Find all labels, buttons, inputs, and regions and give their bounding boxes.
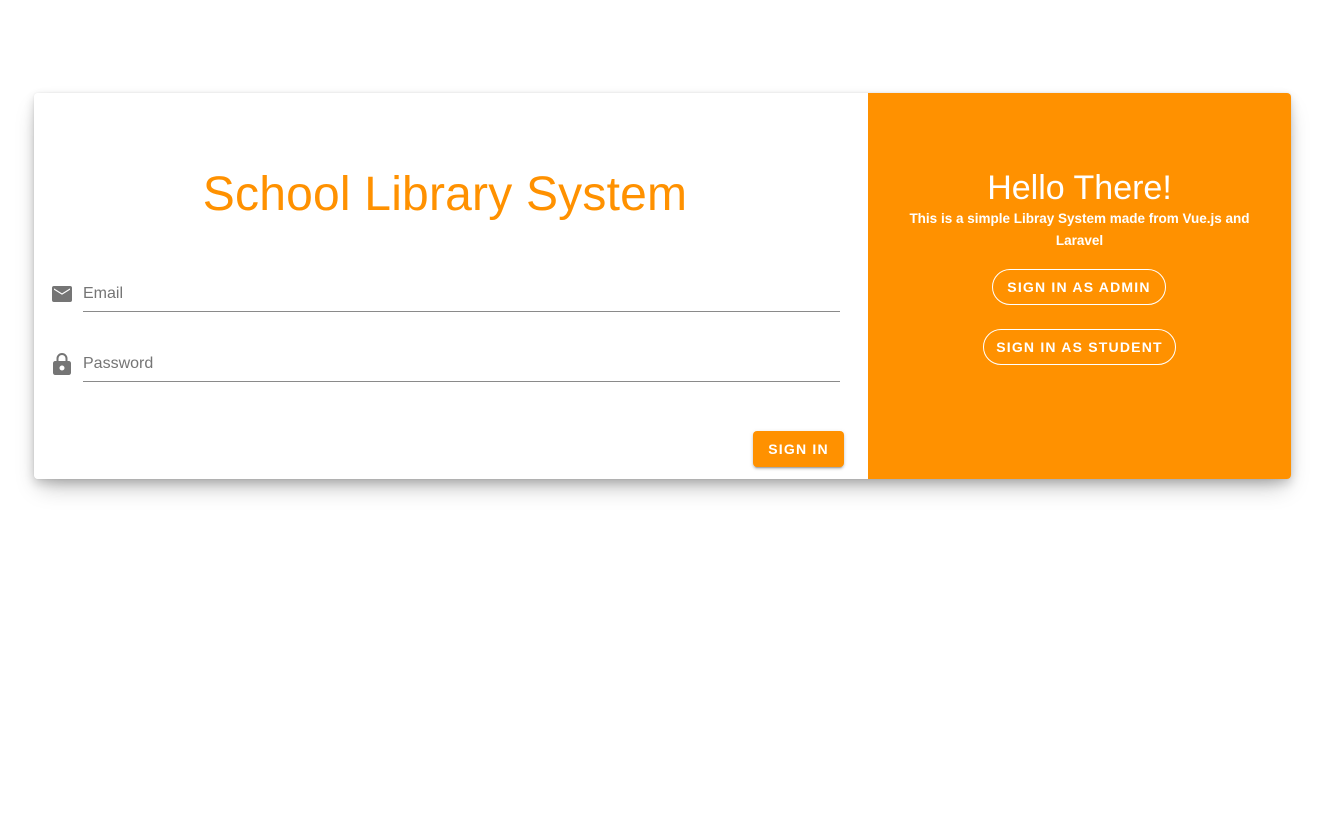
email-field xyxy=(52,277,840,317)
sign-in-as-student-button[interactable]: SIGN IN AS STUDENT xyxy=(983,329,1176,365)
sign-in-button[interactable]: SIGN IN xyxy=(753,431,844,467)
welcome-title: Hello There! xyxy=(987,169,1172,207)
password-input[interactable] xyxy=(83,347,840,382)
password-field xyxy=(52,347,840,387)
app-title: School Library System xyxy=(202,168,688,221)
welcome-subtitle: This is a simple Libray System made from… xyxy=(909,211,1250,248)
mail-icon xyxy=(52,283,72,305)
lock-icon xyxy=(52,353,72,375)
sign-in-as-admin-button[interactable]: SIGN IN AS ADMIN xyxy=(992,269,1166,305)
login-form-panel: School Library System SIGN IN xyxy=(34,93,868,479)
welcome-panel: Hello There! This is a simple Libray Sys… xyxy=(868,93,1291,479)
email-input[interactable] xyxy=(83,277,840,312)
login-card: School Library System SIGN IN Hello Ther… xyxy=(34,93,1291,479)
